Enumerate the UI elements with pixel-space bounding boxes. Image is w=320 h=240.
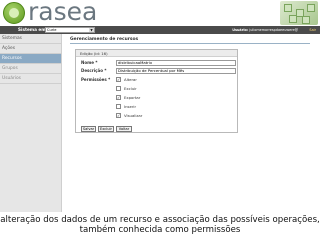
slide-caption: alteração dos dados de um recurso e asso…	[0, 215, 320, 235]
checkbox-checked-icon[interactable]: ✓	[116, 113, 121, 118]
sidebar-item-usuarios[interactable]: Usuários	[0, 74, 61, 84]
sidebar-item-grupos[interactable]: Grupos	[0, 64, 61, 74]
delete-button[interactable]: Excluir	[98, 126, 114, 132]
permission-label: Exportar	[124, 95, 141, 100]
system-select[interactable]: Curie ▼	[45, 27, 95, 33]
checkbox-unchecked-icon[interactable]	[116, 86, 121, 91]
checkbox-checked-icon[interactable]: ✓	[116, 77, 121, 82]
sidebar: Sistemas Ações Recursos Grupos Usuários	[0, 34, 62, 212]
page-title: Gerenciamento de recursos	[70, 37, 139, 42]
checkbox-checked-icon[interactable]: ✓	[116, 95, 121, 100]
user-info: Usuário: juliomemorrespdaeeuwere@	[232, 27, 298, 33]
permission-label: Visualizar	[124, 113, 143, 118]
permission-label: Inserir	[124, 104, 137, 109]
rasea-logo-icon	[3, 2, 25, 24]
save-button[interactable]: Salvar	[81, 126, 96, 132]
name-label: Nome *	[81, 60, 98, 65]
description-label: Descrição *	[81, 68, 107, 73]
chevron-down-icon[interactable]: ▼	[89, 28, 94, 32]
sidebar-item-acoes[interactable]: Ações	[0, 44, 61, 54]
user-label: Usuário:	[232, 28, 249, 32]
sidebar-item-sistemas[interactable]: Sistemas	[0, 34, 61, 44]
sidebar-item-recursos[interactable]: Recursos	[0, 54, 61, 64]
system-select-value: Curie	[47, 28, 57, 32]
edit-panel: Edição (id: 16) Nome * distribuicaoMatri…	[75, 49, 238, 133]
title-divider	[70, 43, 310, 44]
app-screen: rasea Sistema em uso: Curie ▼ Usuário: j…	[0, 0, 320, 212]
app-header: rasea	[0, 0, 320, 26]
description-input[interactable]: Distribuição de Percentual por Mês	[116, 68, 236, 74]
permissions-label: Permissões *	[81, 77, 111, 82]
logout-link[interactable]: Sair	[309, 27, 316, 33]
header-decoration-icon	[280, 1, 318, 25]
name-input[interactable]: distribuicaoMatrix	[116, 60, 236, 66]
permission-label: Excluir	[124, 86, 137, 91]
user-name: juliomemorrespdaeeuwere@	[249, 28, 298, 32]
permission-label: Alterar	[124, 77, 137, 82]
panel-title: Edição (id: 16)	[76, 50, 237, 57]
app-logo-text: rasea	[28, 0, 98, 26]
back-button[interactable]: Voltar	[116, 126, 132, 132]
checkbox-unchecked-icon[interactable]	[116, 104, 121, 109]
